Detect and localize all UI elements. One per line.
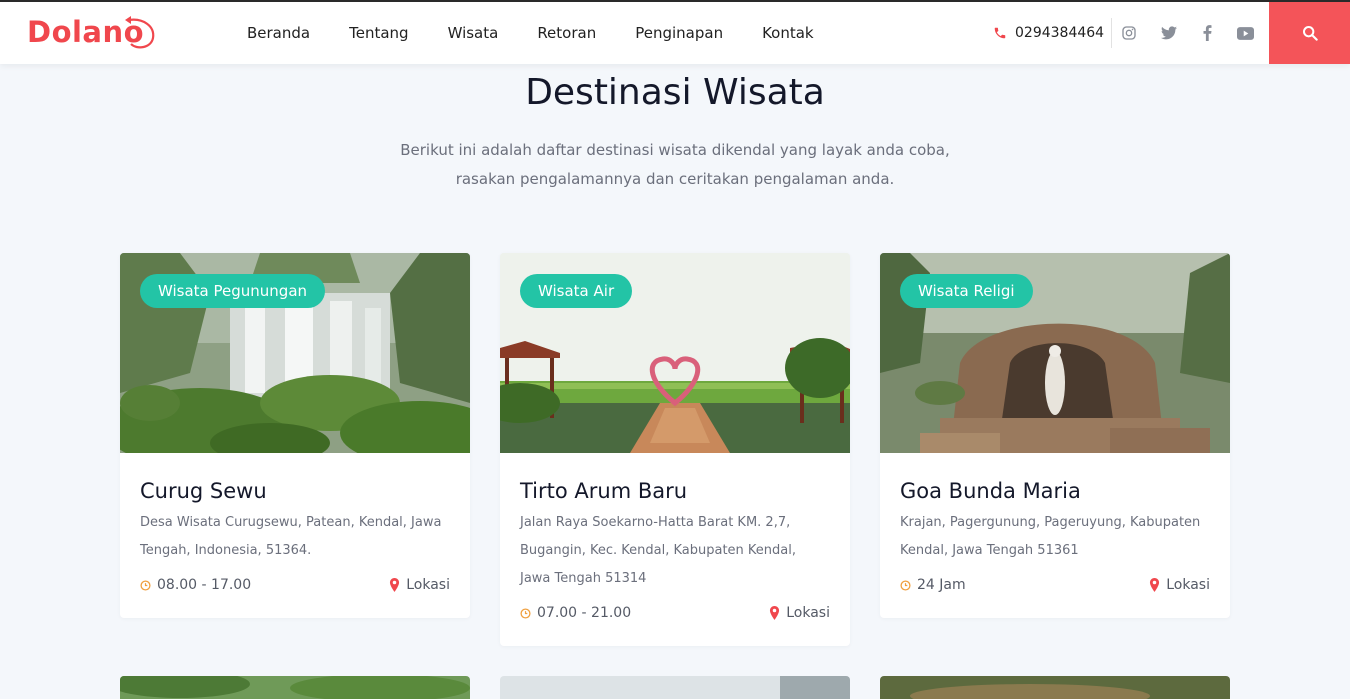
map-pin-icon [770, 606, 780, 620]
category-badge[interactable]: Wisata Pegunungan [140, 274, 326, 308]
main-nav: Beranda Tentang Wisata Retoran Penginapa… [247, 2, 853, 64]
twitter-icon [1161, 26, 1177, 40]
destination-photo[interactable]: Wisata Air [500, 253, 850, 453]
nav-kontak[interactable]: Kontak [762, 24, 814, 42]
subtitle-line-1: Berikut ini adalah daftar destinasi wisa… [400, 141, 950, 159]
nav-tentang[interactable]: Tentang [349, 24, 408, 42]
next-card-photo[interactable] [500, 676, 850, 699]
nav-beranda[interactable]: Beranda [247, 24, 310, 42]
location-link[interactable]: Lokasi [769, 605, 830, 621]
header-divider [1111, 18, 1112, 48]
location-label: Lokasi [406, 577, 450, 593]
section-subtitle: Berikut ini adalah daftar destinasi wisa… [375, 136, 975, 194]
instagram-link[interactable] [1121, 2, 1137, 64]
destination-name[interactable]: Goa Bunda Maria [900, 479, 1210, 503]
site-header: Dolano Beranda Tentang Wisata Retoran Pe… [0, 2, 1350, 64]
destination-name[interactable]: Curug Sewu [140, 479, 450, 503]
destination-card[interactable]: Wisata Air Tirto Arum Baru Jalan Raya So… [500, 253, 850, 646]
brand-logo[interactable]: Dolano [27, 12, 155, 52]
phone-icon [994, 27, 1006, 39]
destination-card[interactable]: Wisata Religi Goa Bunda Maria Krajan, Pa… [880, 253, 1230, 618]
phone-number: 0294384464 [1015, 25, 1105, 41]
nav-penginapan[interactable]: Penginapan [635, 24, 723, 42]
next-card-photo[interactable] [120, 676, 470, 699]
destination-address: Desa Wisata Curugsewu, Patean, Kendal, J… [140, 515, 442, 558]
destination-photo[interactable]: Wisata Pegunungan [120, 253, 470, 453]
partial-photo [500, 676, 850, 699]
nav-wisata[interactable]: Wisata [448, 24, 499, 42]
clock-icon [140, 579, 151, 591]
location-label: Lokasi [1166, 577, 1210, 593]
clock-icon [520, 607, 531, 619]
destination-address: Krajan, Pagergunung, Pageruyung, Kabupat… [900, 515, 1201, 558]
instagram-icon [1122, 26, 1136, 40]
facebook-icon [1203, 25, 1212, 41]
youtube-icon [1237, 26, 1254, 40]
subtitle-line-2: rasakan pengalamannya dan ceritakan peng… [455, 170, 895, 188]
location-link[interactable]: Lokasi [389, 577, 450, 593]
map-pin-icon [1150, 578, 1160, 592]
opening-hours: 24 Jam [917, 577, 966, 593]
section-title: Destinasi Wisata [525, 72, 825, 113]
partial-photo [880, 676, 1230, 699]
location-label: Lokasi [786, 605, 830, 621]
destination-address: Jalan Raya Soekarno-Hatta Barat KM. 2,7,… [520, 515, 796, 586]
search-button[interactable] [1269, 2, 1350, 64]
location-link[interactable]: Lokasi [1149, 577, 1210, 593]
logo-swirl-icon [125, 16, 155, 49]
phone-contact[interactable]: 0294384464 [993, 2, 1104, 64]
destination-name[interactable]: Tirto Arum Baru [520, 479, 830, 503]
category-badge[interactable]: Wisata Religi [900, 274, 1033, 308]
category-badge[interactable]: Wisata Air [520, 274, 633, 308]
search-icon [1302, 26, 1318, 41]
partial-photo [120, 676, 470, 699]
opening-hours: 08.00 - 17.00 [157, 577, 252, 593]
twitter-link[interactable] [1161, 2, 1177, 64]
map-pin-icon [390, 578, 400, 592]
destination-photo[interactable]: Wisata Religi [880, 253, 1230, 453]
facebook-link[interactable] [1203, 2, 1212, 64]
clock-icon [900, 579, 911, 591]
destination-card[interactable]: Wisata Pegunungan Curug Sewu Desa Wisata… [120, 253, 470, 618]
youtube-link[interactable] [1237, 2, 1254, 64]
opening-hours: 07.00 - 21.00 [537, 605, 632, 621]
nav-retoran[interactable]: Retoran [537, 24, 596, 42]
next-card-photo[interactable] [880, 676, 1230, 699]
